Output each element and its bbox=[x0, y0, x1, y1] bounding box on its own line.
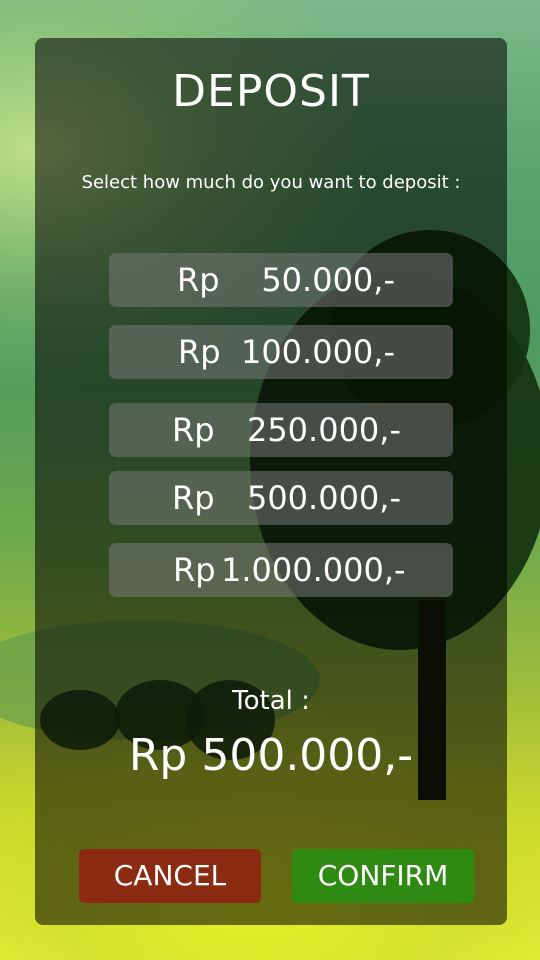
total-label: Total : bbox=[232, 686, 310, 716]
total-value: Rp 500.000,- bbox=[128, 730, 414, 781]
deposit-option-50000[interactable]: Rp 50.000,- bbox=[109, 253, 453, 307]
option-amount: 50.000,- bbox=[261, 261, 395, 299]
option-currency: Rp bbox=[172, 479, 215, 517]
confirm-button[interactable]: CONFIRM bbox=[292, 849, 474, 903]
option-amount: 500.000,- bbox=[246, 479, 401, 517]
dialog-title: DEPOSIT bbox=[172, 66, 370, 117]
option-currency: Rp bbox=[173, 551, 216, 589]
option-currency: Rp bbox=[178, 333, 221, 371]
option-amount: 250.000,- bbox=[246, 411, 401, 449]
deposit-option-250000[interactable]: Rp 250.000,- bbox=[109, 403, 453, 457]
option-amount: 100.000,- bbox=[240, 333, 395, 371]
dialog-subtitle: Select how much do you want to deposit : bbox=[81, 172, 461, 193]
option-currency: Rp bbox=[177, 261, 220, 299]
deposit-option-100000[interactable]: Rp 100.000,- bbox=[109, 325, 453, 379]
option-amount: 1.000.000,- bbox=[221, 551, 406, 589]
deposit-option-1000000[interactable]: Rp 1.000.000,- bbox=[109, 543, 453, 597]
deposit-option-500000[interactable]: Rp 500.000,- bbox=[109, 471, 453, 525]
option-currency: Rp bbox=[172, 411, 215, 449]
cancel-button[interactable]: CANCEL bbox=[79, 849, 261, 903]
